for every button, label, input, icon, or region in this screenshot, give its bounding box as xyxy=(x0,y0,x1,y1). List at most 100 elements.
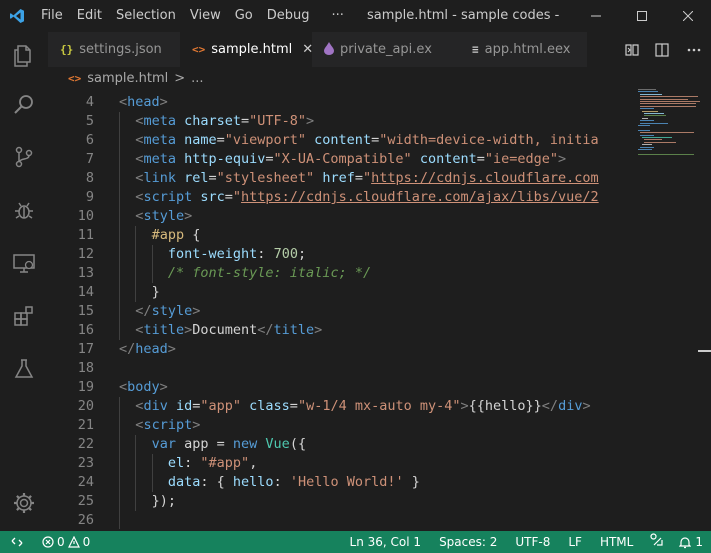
line-number: 16 xyxy=(77,322,94,338)
minimap-line xyxy=(640,122,668,124)
code-text: <body> xyxy=(119,378,168,397)
end-of-line[interactable]: LF xyxy=(558,531,592,553)
minimap-line xyxy=(640,93,662,95)
code-line[interactable]: 8 <link rel="stylesheet" href="https://cd… xyxy=(48,169,628,188)
menu-selection[interactable]: Selection xyxy=(109,0,183,32)
line-number: 25 xyxy=(77,493,94,509)
code-line[interactable]: 17 </head> xyxy=(48,340,628,359)
code-text: </style> xyxy=(135,302,200,321)
minimap[interactable] xyxy=(628,89,700,529)
close-window-button[interactable] xyxy=(665,0,711,32)
minimap-line xyxy=(638,153,694,155)
files-icon xyxy=(14,45,31,67)
cursor-position[interactable]: Ln 36, Col 1 xyxy=(342,531,430,553)
language-mode[interactable]: HTML xyxy=(592,531,641,553)
menu-edit[interactable]: Edit xyxy=(70,0,109,32)
line-number: 6 xyxy=(85,132,94,148)
code-token: charset xyxy=(184,113,241,129)
manage-button[interactable] xyxy=(0,479,48,527)
extensions-button[interactable] xyxy=(0,292,48,340)
code-line[interactable]: 24 data: { hello: 'Hello World!' } xyxy=(48,473,628,492)
code-line[interactable]: 11 #app { xyxy=(48,226,628,245)
code-line[interactable]: 9 <script src="https://cdnjs.cloudflare.c… xyxy=(48,188,628,207)
split-editor-button[interactable] xyxy=(647,32,677,67)
code-token: font-weight xyxy=(167,246,258,262)
minimap-line xyxy=(640,108,654,110)
split-editor-icon xyxy=(655,42,669,57)
code-line[interactable]: 14} xyxy=(48,283,628,302)
tab-sample-html[interactable]: <> sample.html ✕ xyxy=(180,32,313,67)
code-token: "ie=edge" xyxy=(484,151,559,167)
minimap-line xyxy=(644,113,664,114)
menu-file[interactable]: File xyxy=(34,0,70,32)
code-line[interactable]: 26 xyxy=(48,511,628,529)
menu-go[interactable]: Go xyxy=(228,0,260,32)
code-token: data xyxy=(167,474,201,490)
code-token: > xyxy=(558,151,567,167)
indent-guide xyxy=(151,473,153,492)
code-line[interactable]: 13 /* font-style: italic; */ xyxy=(48,264,628,283)
line-number: 8 xyxy=(85,170,94,186)
encoding[interactable]: UTF-8 xyxy=(507,531,558,553)
code-line[interactable]: 25}); xyxy=(48,492,628,511)
more-actions-button[interactable] xyxy=(677,32,711,67)
maximize-button[interactable] xyxy=(619,0,665,32)
notifications[interactable]: 1 xyxy=(671,531,711,553)
tab-private-api-ex[interactable]: private_api.ex xyxy=(312,32,452,67)
open-changes-button[interactable] xyxy=(617,32,647,67)
code-text: <meta name="viewport" content="width=dev… xyxy=(135,131,598,150)
indent-guide xyxy=(119,283,120,302)
search-button[interactable] xyxy=(0,80,48,128)
maximize-icon xyxy=(637,11,647,21)
code-token: var xyxy=(151,436,176,452)
minimap-line xyxy=(644,115,666,117)
tab-settings-json[interactable]: {} settings.json xyxy=(48,32,180,67)
indent-guide xyxy=(135,492,137,511)
testing-button[interactable] xyxy=(0,345,48,393)
code-line[interactable]: 6 <meta name="viewport" content="width=de… xyxy=(48,131,628,150)
debug-button[interactable] xyxy=(0,186,48,234)
code-line[interactable]: 10 <style> xyxy=(48,207,628,226)
code-line[interactable]: 12 font-weight: 700; xyxy=(48,245,628,264)
minimap-line xyxy=(644,139,662,141)
remote-explorer-button[interactable] xyxy=(0,239,48,287)
menu-debug[interactable]: Debug xyxy=(260,0,317,32)
code-line[interactable]: 4 <head> xyxy=(48,93,628,112)
breadcrumb-more[interactable]: ... xyxy=(191,71,203,86)
feedback-button[interactable] xyxy=(641,531,671,553)
indent-guide xyxy=(119,492,120,511)
code-editor[interactable]: 4 <head> 5 <meta charset="UTF-8"> 6 <meta nam… xyxy=(48,93,628,529)
code-line[interactable]: 16 <title>Document</title> xyxy=(48,321,628,340)
menu-view[interactable]: View xyxy=(183,0,228,32)
code-line[interactable]: 22 var app = new Vue({ xyxy=(48,435,628,454)
code-line[interactable]: 19 <body> xyxy=(48,378,628,397)
code-text: var app = new Vue({ xyxy=(152,435,306,454)
code-token: "w-1/4 mx-auto my-4" xyxy=(297,398,461,414)
code-token: {{hello}} xyxy=(468,398,542,414)
indent-guide xyxy=(119,473,120,492)
code-line[interactable]: 5 <meta charset="UTF-8"> xyxy=(48,112,628,131)
breadcrumb-file[interactable]: sample.html xyxy=(87,71,168,86)
source-control-button[interactable] xyxy=(0,133,48,181)
code-text: <meta http-equiv="X-UA-Compatible" conte… xyxy=(135,150,566,169)
minimize-button[interactable] xyxy=(573,0,619,32)
remote-indicator[interactable] xyxy=(0,531,34,553)
code-line[interactable]: 21 <script> xyxy=(48,416,628,435)
code-token: body xyxy=(127,379,160,395)
tab-app-html-eex[interactable]: ≡ app.html.eex xyxy=(452,32,587,67)
code-line[interactable]: 15 </style> xyxy=(48,302,628,321)
menu-more[interactable]: ··· xyxy=(325,0,351,32)
code-line[interactable]: 18 xyxy=(48,359,628,378)
problems-indicator[interactable]: 0 0 xyxy=(34,531,98,553)
code-line[interactable]: 20 <div id="app" class="w-1/4 mx-auto my-… xyxy=(48,397,628,416)
code-token: > xyxy=(184,322,193,338)
explorer-button[interactable] xyxy=(0,32,48,80)
indentation[interactable]: Spaces: 2 xyxy=(429,531,507,553)
code-token: head xyxy=(127,94,160,110)
code-token: content xyxy=(314,132,372,148)
code-line[interactable]: 7 <meta http-equiv="X-UA-Compatible" cont… xyxy=(48,150,628,169)
code-line[interactable]: 23 el: "#app", xyxy=(48,454,628,473)
